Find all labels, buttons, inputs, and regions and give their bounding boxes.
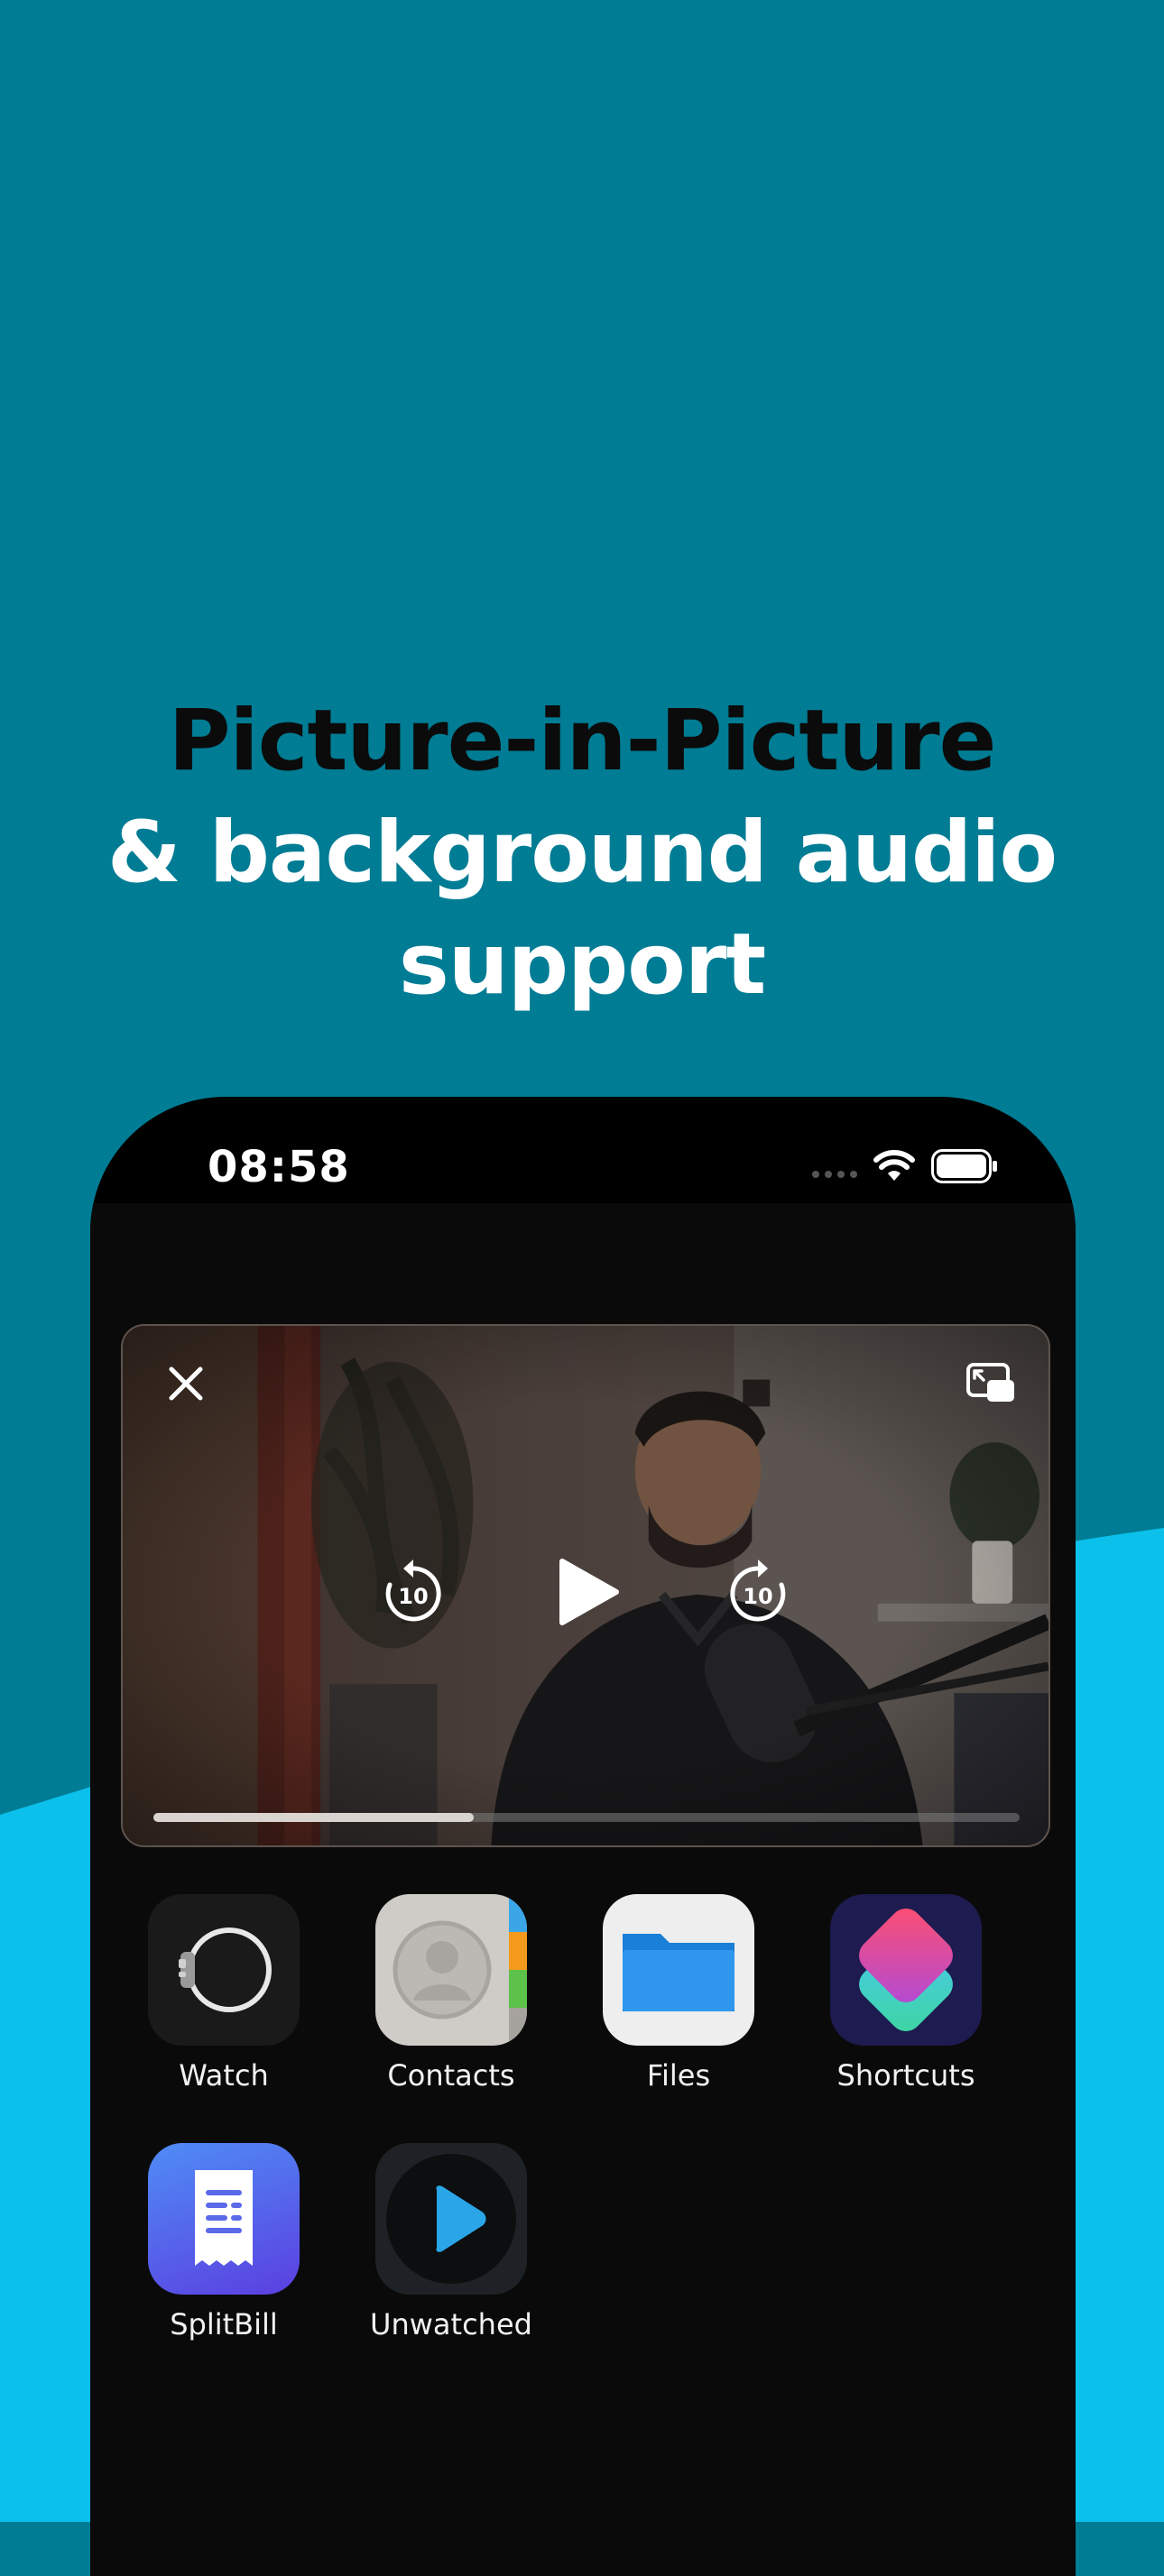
app-unwatched[interactable]: Unwatched (337, 2143, 565, 2341)
play-circle-icon (375, 2143, 527, 2295)
headline: Picture-in-Picture & background audio su… (0, 685, 1164, 1021)
app-shortcuts[interactable]: Shortcuts (792, 1894, 1020, 2093)
app-splitbill[interactable]: SplitBill (110, 2143, 337, 2341)
skip-back-label: 10 (398, 1584, 428, 1609)
status-icons (812, 1149, 998, 1183)
skip-back-10-icon: 10 (385, 1559, 441, 1622)
progress-bar[interactable] (153, 1813, 1020, 1822)
shortcuts-icon (830, 1894, 982, 2046)
folder-icon (603, 1894, 754, 2046)
close-icon (169, 1366, 203, 1401)
contacts-icon (375, 1894, 527, 2046)
app-watch[interactable]: Watch (110, 1894, 337, 2093)
app-label-unwatched: Unwatched (370, 2307, 532, 2341)
play-icon (559, 1559, 619, 1625)
home-screen: 10 10 Watch Contacts Files Shortcuts Spl… (90, 1203, 1076, 2576)
app-contacts[interactable]: Contacts (337, 1894, 565, 2093)
skip-forward-10-icon: 10 (730, 1559, 786, 1622)
progress-fill (153, 1813, 475, 1822)
skip-forward-label: 10 (743, 1584, 772, 1609)
skip-back-button[interactable]: 10 (377, 1555, 449, 1627)
close-button[interactable] (159, 1357, 213, 1411)
headline-line-3: support (398, 915, 766, 1014)
app-label-contacts: Contacts (387, 2058, 515, 2093)
cellular-dots-icon (812, 1171, 857, 1178)
receipt-icon (148, 2143, 300, 2295)
play-button[interactable] (547, 1551, 628, 1633)
app-label-splitbill: SplitBill (170, 2307, 278, 2341)
pip-video-player[interactable]: 10 10 (121, 1324, 1050, 1847)
app-label-watch: Watch (179, 2058, 269, 2093)
watch-icon (148, 1894, 300, 2046)
status-bar: 08:58 (90, 1097, 1076, 1203)
headline-line-2: & background audio (106, 804, 1058, 902)
skip-forward-button[interactable]: 10 (722, 1555, 794, 1627)
app-files[interactable]: Files (565, 1894, 792, 2093)
phone-frame: 08:58 10 10 Watch Contacts Files Shortcu… (90, 1097, 1076, 2576)
headline-line-1: Picture-in-Picture (168, 692, 997, 790)
wifi-icon (873, 1150, 915, 1181)
pip-restore-icon (966, 1363, 1014, 1402)
battery-icon (931, 1149, 997, 1183)
app-label-shortcuts: Shortcuts (836, 2058, 975, 2093)
app-label-files: Files (646, 2058, 711, 2093)
status-time: 08:58 (208, 1142, 350, 1192)
pip-restore-button[interactable] (962, 1357, 1020, 1411)
